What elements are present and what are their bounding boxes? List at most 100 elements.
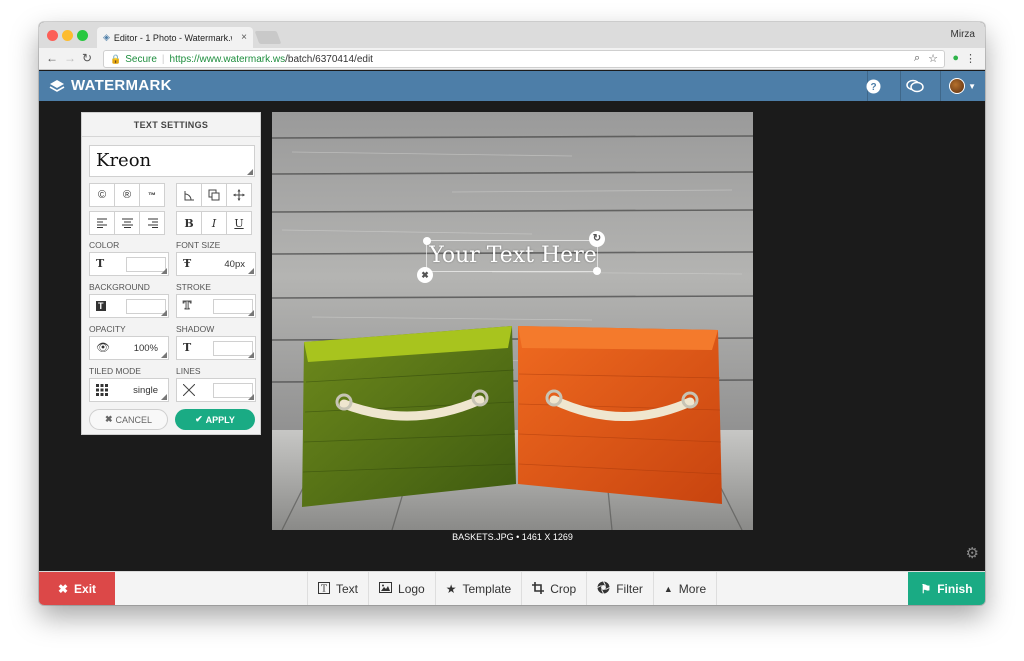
- dropdown-corner-icon: [161, 268, 167, 274]
- zoom-icon[interactable]: ⌕: [914, 52, 920, 65]
- bold-button[interactable]: B: [176, 211, 202, 235]
- tiled-mode-field[interactable]: single: [89, 378, 169, 402]
- lines-swatch[interactable]: [213, 383, 253, 398]
- bookmark-star-icon[interactable]: ☆: [928, 52, 938, 65]
- color-field[interactable]: T: [89, 252, 169, 276]
- maximize-window-button[interactable]: [77, 30, 88, 41]
- browser-tab[interactable]: ◈ Editor - 1 Photo - Watermark.ws ×: [97, 27, 253, 48]
- background-swatch[interactable]: [126, 299, 166, 314]
- watermark-favicon-icon: ◈: [103, 32, 110, 42]
- resize-handle[interactable]: [593, 267, 601, 275]
- tiled-mode-value: single: [133, 385, 158, 396]
- registered-button[interactable]: ®: [114, 183, 140, 207]
- back-icon[interactable]: ←: [46, 51, 58, 65]
- style-buttons: B I U: [176, 211, 252, 235]
- stroke-swatch[interactable]: [213, 299, 253, 314]
- rotate-icon[interactable]: ↻: [589, 231, 605, 247]
- opacity-label: OPACITY: [89, 324, 126, 334]
- shadow-swatch[interactable]: [213, 341, 253, 356]
- flag-icon: ⚑: [920, 582, 932, 596]
- eye-icon: 👁: [96, 342, 110, 354]
- tool-text-button[interactable]: T Text: [307, 572, 368, 605]
- tool-logo-button[interactable]: Logo: [368, 572, 435, 605]
- delete-text-icon[interactable]: ✖: [417, 267, 433, 283]
- stroke-field[interactable]: T: [176, 294, 256, 318]
- crop-icon: [532, 581, 545, 597]
- tool-filter-label: Filter: [616, 582, 643, 596]
- watermark-text-box[interactable]: Your Text Here ↻ ✖: [417, 231, 605, 283]
- lock-icon: 🔒: [110, 53, 122, 64]
- finish-button[interactable]: ⚑ Finish: [908, 572, 985, 605]
- panel-title: TEXT SETTINGS: [82, 113, 260, 137]
- font-size-value: 40px: [224, 259, 245, 270]
- app-logo[interactable]: WATERMARK: [49, 77, 172, 94]
- font-size-field[interactable]: Ŧ 40px: [176, 252, 256, 276]
- lines-field[interactable]: [176, 378, 256, 402]
- font-size-label: FONT SIZE: [176, 240, 221, 250]
- url-field[interactable]: 🔒 Secure | https://www.watermark.ws /bat…: [103, 50, 945, 68]
- apply-button[interactable]: ✔ APPLY: [175, 409, 255, 430]
- cancel-button[interactable]: ✖ CANCEL: [89, 409, 168, 430]
- close-icon: ✖: [104, 414, 113, 424]
- underline-button[interactable]: U: [226, 211, 252, 235]
- font-select[interactable]: Kreon: [89, 145, 255, 177]
- stroke-icon: T: [182, 299, 192, 313]
- color-swatch[interactable]: [126, 257, 166, 272]
- tool-filter-button[interactable]: Filter: [586, 572, 653, 605]
- browser-user-name[interactable]: Mirza: [951, 29, 975, 40]
- tab-strip: ◈ Editor - 1 Photo - Watermark.ws × Mirz…: [39, 22, 985, 48]
- align-right-icon[interactable]: [139, 211, 165, 235]
- omnibox-actions: ⌕ ☆: [914, 52, 938, 65]
- dropdown-corner-icon: [248, 310, 254, 316]
- tiled-mode-label: TILED MODE: [89, 366, 141, 376]
- help-icon[interactable]: ?: [863, 76, 883, 96]
- chevron-down-icon[interactable]: ▼: [968, 82, 976, 91]
- tool-crop-button[interactable]: Crop: [521, 572, 586, 605]
- minimize-window-button[interactable]: [62, 30, 73, 41]
- tool-template-button[interactable]: ★ Template: [434, 572, 521, 605]
- tool-more-button[interactable]: ▲ More: [652, 572, 718, 605]
- gear-icon[interactable]: ⚙: [966, 544, 979, 562]
- exit-button[interactable]: ✖ Exit: [39, 572, 115, 605]
- header-divider: [900, 71, 901, 101]
- url-divider: |: [161, 53, 165, 65]
- shadow-field[interactable]: T: [176, 336, 256, 360]
- dropdown-corner-icon: [161, 310, 167, 316]
- symbol-buttons: © ® ™: [89, 183, 165, 207]
- trademark-button[interactable]: ™: [139, 183, 165, 207]
- move-icon[interactable]: [226, 183, 252, 207]
- align-center-icon[interactable]: [114, 211, 140, 235]
- browser-menu-icon[interactable]: ⋮: [965, 52, 976, 65]
- extension-icon[interactable]: ●: [952, 52, 959, 64]
- align-left-icon[interactable]: [89, 211, 115, 235]
- finish-label: Finish: [937, 582, 973, 596]
- background-icon: T: [96, 301, 106, 311]
- address-bar: ← → ↻ 🔒 Secure | https://www.watermark.w…: [39, 48, 985, 70]
- chat-icon[interactable]: [905, 76, 925, 96]
- resize-handle[interactable]: [423, 237, 431, 245]
- tab-close-icon[interactable]: ×: [241, 32, 247, 43]
- italic-button[interactable]: I: [201, 211, 227, 235]
- font-size-icon: Ŧ: [183, 257, 192, 270]
- apply-label: APPLY: [205, 414, 235, 425]
- close-window-button[interactable]: [47, 30, 58, 41]
- filter-aperture-icon: [597, 581, 610, 597]
- bottom-toolbar: ✖ Exit T Text Logo ★ Template Crop Filte…: [39, 571, 985, 605]
- reload-icon[interactable]: ↻: [82, 51, 92, 65]
- avatar[interactable]: [949, 78, 965, 94]
- photo-canvas[interactable]: Your Text Here ↻ ✖: [272, 112, 753, 530]
- new-tab-button[interactable]: [254, 31, 282, 44]
- forward-icon[interactable]: →: [64, 51, 76, 65]
- cancel-label: CANCEL: [115, 414, 153, 425]
- opacity-field[interactable]: 👁 100%: [89, 336, 169, 360]
- copyright-button[interactable]: ©: [89, 183, 115, 207]
- dropdown-corner-icon: [161, 352, 167, 358]
- angle-icon[interactable]: [176, 183, 202, 207]
- text-color-icon: T: [96, 257, 105, 270]
- duplicate-icon[interactable]: [201, 183, 227, 207]
- tool-crop-label: Crop: [550, 582, 577, 596]
- lines-cross-icon: [182, 383, 196, 399]
- tool-more-label: More: [678, 582, 707, 596]
- background-field[interactable]: T: [89, 294, 169, 318]
- dropdown-corner-icon: [161, 394, 167, 400]
